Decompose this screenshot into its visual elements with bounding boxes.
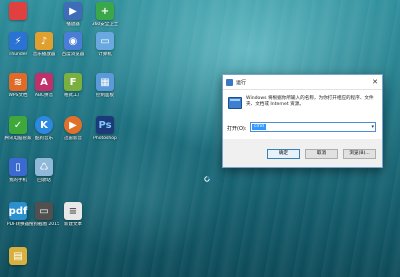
ok-button[interactable]: 确定 — [267, 149, 300, 159]
desktop-icon-5[interactable]: ◉ 百度浏览器 — [58, 32, 88, 58]
desktop-icon-label: 音乐播放器 — [32, 52, 56, 57]
desktop-icon-label: 迅雷影音 — [64, 136, 82, 141]
player-icon: ▶ — [64, 2, 82, 20]
open-combobox[interactable]: cmd ▾ — [250, 122, 376, 132]
wifi-icon: ≋ — [9, 73, 27, 91]
desktop-icon-14[interactable]: Ps Photoshop — [90, 116, 120, 142]
desktop-icon-18[interactable]: ▭ 搜狗截图 20150804 — [29, 202, 59, 228]
run-app-icon — [226, 78, 233, 86]
archive-icon: ▤ — [9, 247, 27, 265]
shield-icon: + — [96, 2, 114, 20]
music-icon: ♪ — [35, 32, 53, 50]
photoshop-icon: Ps — [96, 116, 114, 134]
desktop-icon-13[interactable]: ▶ 迅雷影音 — [58, 116, 88, 142]
desktop-icon-label: 搜狗截图 20150804 — [29, 222, 59, 227]
kugou-icon: K — [35, 116, 53, 134]
chevron-down-icon[interactable]: ▾ — [371, 123, 374, 131]
dialog-content: Windows 将根据你所输入的名称，为你打开相应的程序、文件夹、文档或 Int… — [223, 90, 382, 140]
font-icon: A — [35, 73, 53, 91]
dialog-titlebar[interactable]: 运行 ✕ — [223, 75, 382, 90]
run-window-icon — [228, 97, 242, 109]
desktop-icon-label: Photoshop — [93, 136, 117, 141]
desktop-icon-label: 酷狗音乐 — [35, 136, 53, 141]
desktop-icon-10[interactable]: ▦ 控制面板 — [90, 73, 120, 99]
desktop-icon-4[interactable]: ♪ 音乐播放器 — [29, 32, 59, 58]
pdf-icon: pdf — [9, 202, 27, 220]
cancel-button[interactable]: 取消 — [305, 149, 338, 159]
browse-button[interactable]: 浏览(B)... — [343, 149, 376, 159]
run-dialog: 运行 ✕ Windows 将根据你所输入的名称，为你打开相应的程序、文件夹、文档… — [222, 74, 383, 168]
desktop-icon-label: 计算机 — [98, 52, 112, 57]
desktop-icon-label: 格式工厂 — [64, 93, 82, 98]
dialog-footer: 确定 取消 浏览(B)... — [223, 139, 382, 167]
close-icon[interactable]: ✕ — [368, 75, 382, 89]
open-label: 打开(O): — [227, 126, 247, 132]
desktop-icon-label: 控制面板 — [96, 93, 114, 98]
desktop-icon-16[interactable]: ♺ 回收站 — [29, 158, 59, 184]
desktop-icon-label: 百度浏览器 — [61, 52, 85, 57]
browser-icon: ◉ — [64, 32, 82, 50]
desktop-icon-label: 回收站 — [37, 178, 51, 183]
desktop-icon-8[interactable]: A ABC拼音 — [29, 73, 59, 99]
app-icon — [9, 2, 27, 20]
desktop-icon-20[interactable]: ▤ — [3, 247, 33, 267]
screenshot-icon: ▭ — [35, 202, 53, 220]
video-player-icon: ▶ — [64, 116, 82, 134]
control-panel-icon: ▦ — [96, 73, 114, 91]
desktop-icon-label: 360安全卫士 — [91, 22, 119, 27]
dialog-description: Windows 将根据你所输入的名称，为你打开相应的程序、文件夹、文档或 Int… — [246, 96, 374, 107]
desktop-icon-19[interactable]: ≡ 新建文本 — [58, 202, 88, 228]
desktop-icon-label: ABC拼音 — [34, 93, 54, 98]
desktop-icon-9[interactable]: F 格式工厂 — [58, 73, 88, 99]
dialog-title: 运行 — [236, 79, 247, 86]
desktop-icon-label: 播放器 — [66, 22, 80, 27]
desktop-icon-1[interactable]: ▶ 播放器 — [58, 2, 88, 28]
computer-icon: ▭ — [96, 32, 114, 50]
desktop-icon-6[interactable]: ▭ 计算机 — [90, 32, 120, 58]
manager-icon: ✓ — [9, 116, 27, 134]
desktop-icon-2[interactable]: + 360安全卫士 — [90, 2, 120, 28]
desktop-icon-12[interactable]: K 酷狗音乐 — [29, 116, 59, 142]
text-file-icon: ≡ — [64, 202, 82, 220]
busy-cursor-icon — [204, 176, 210, 182]
factory-icon: F — [64, 73, 82, 91]
open-input-value[interactable]: cmd — [252, 124, 266, 130]
desktop-icon-0[interactable] — [3, 2, 33, 22]
phone-icon: ▯ — [9, 158, 27, 176]
thunder-icon: ⚡ — [9, 32, 27, 50]
recycle-bin-icon: ♺ — [35, 158, 53, 176]
desktop-icon-label: 新建文本 — [64, 222, 82, 227]
